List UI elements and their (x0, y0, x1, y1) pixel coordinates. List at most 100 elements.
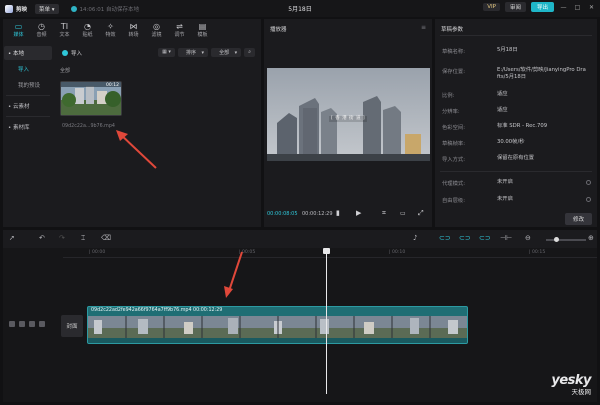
track-visibility-icon[interactable] (29, 321, 35, 327)
zoom-out-icon[interactable]: ⊖ (525, 234, 531, 242)
tab-adjust[interactable]: ⇌ 调节 (168, 19, 191, 41)
main-track-magnet-icon[interactable]: ⊂⊃ (439, 234, 451, 242)
track-lock-icon[interactable] (19, 321, 25, 327)
autosave-icon (70, 5, 77, 12)
app-window: 剪映 菜单 ▾ 14:06:01 自动保存本地 5月18日 VIP 审阅 导出 … (0, 0, 600, 405)
tab-label: 媒体 (13, 32, 24, 38)
sort-button[interactable]: 排序 ▾ (177, 48, 209, 57)
draft-settings-panel: 草稿参数 草稿名称: 5月18日 保存位置: E:/Users/软件/剪映/Ji… (435, 19, 597, 227)
audio-icon: ◷ (38, 22, 45, 31)
share-button[interactable]: 审阅 (504, 2, 526, 12)
prop-label-colorspace: 色彩空间: (442, 125, 465, 131)
maximize-icon[interactable]: □ (573, 4, 582, 11)
media-thumbnail[interactable]: 00:12 (60, 81, 122, 116)
prop-label-layer: 自由层级: (442, 198, 465, 204)
close-icon[interactable]: ✕ (587, 4, 596, 11)
tab-sticker[interactable]: ◔ 贴纸 (76, 19, 99, 41)
info-icon[interactable] (586, 197, 591, 202)
sidebar-item-cloud[interactable]: • 云素材 (4, 99, 52, 113)
player-menu-icon[interactable]: ≡ (421, 24, 426, 31)
titlebar-actions: VIP 审阅 导出 — □ ✕ (483, 2, 596, 12)
clip-audio-wave (88, 338, 467, 343)
tab-effects[interactable]: ✧ 特效 (99, 19, 122, 41)
tab-filter[interactable]: ◎ 滤镜 (145, 19, 168, 41)
sidebar-divider (6, 116, 50, 117)
video-preview: [ 香 港 街 道 ] (267, 68, 430, 161)
track-controls (9, 321, 45, 327)
minimize-icon[interactable]: — (559, 4, 568, 11)
undo-icon[interactable]: ↶ (39, 234, 45, 242)
filter-button[interactable]: 全部 ▾ (211, 48, 242, 57)
annotation-arrow-media (116, 130, 157, 169)
menu-button[interactable]: 菜单 ▾ (35, 3, 59, 14)
prop-value-colorspace: 标准 SDR - Rec.709 (497, 123, 548, 129)
props-divider (440, 35, 592, 36)
zoom-slider-knob[interactable] (554, 237, 559, 242)
import-button[interactable]: 导入 (62, 49, 82, 57)
zoom-slider[interactable] (546, 237, 586, 242)
app-logo-icon (5, 4, 13, 13)
select-tool-icon[interactable]: ➚ (9, 234, 15, 242)
sidebar-item-import[interactable]: 导入 (4, 62, 52, 76)
thumbnail-duration: 00:12 (106, 83, 119, 88)
tab-template[interactable]: ▤ 模板 (191, 19, 214, 41)
prop-value-layer: 未开启 (497, 196, 513, 202)
tab-audio[interactable]: ◷ 音频 (30, 19, 53, 41)
track-mute-icon[interactable] (39, 321, 45, 327)
player-title: 播放器 (270, 27, 287, 33)
modify-button[interactable]: 修改 (564, 213, 592, 225)
prop-value-proxy: 未开启 (497, 179, 513, 185)
stop-icon[interactable]: ▮ (336, 209, 340, 217)
app-name: 剪映 (16, 6, 28, 13)
video-clip[interactable]: 09d2c22ad2fe942a66f9764a7ff9b76.mp4 00:0… (87, 306, 468, 344)
info-icon[interactable] (586, 180, 591, 185)
tab-transition[interactable]: ⋈ 转场 (122, 19, 145, 41)
menu-label: 菜单 (39, 6, 51, 13)
template-icon: ▤ (198, 22, 207, 31)
ratio-icon[interactable]: ▭ (400, 210, 406, 217)
auto-snap-icon[interactable]: ⊂⊃ (459, 234, 471, 242)
track-cover-icon[interactable] (9, 321, 15, 327)
tab-media[interactable]: ▭ 媒体 (7, 19, 30, 41)
split-icon[interactable]: ⌶ (81, 234, 85, 243)
timeline-toolbar: ➚ ↶ ↷ ⌶ ⌫ ♪ ⊂⊃ ⊂⊃ ⊂⊃ ⊣⊢ ⊖ ⊕ (3, 230, 597, 248)
sort-label: 排序 (181, 49, 200, 57)
prop-label-location: 保存位置: (442, 69, 465, 75)
total-time: 00:00:12:29 (302, 211, 333, 217)
tab-label: 调节 (174, 32, 185, 38)
prop-label-ratio: 比例: (442, 93, 455, 99)
play-icon[interactable]: ▶ (356, 209, 361, 217)
linkage-icon[interactable]: ⊂⊃ (479, 234, 491, 242)
playhead[interactable] (326, 248, 327, 394)
filter-icon: ◎ (153, 22, 160, 31)
cover-button[interactable]: 封面 (61, 315, 83, 337)
delete-icon[interactable]: ⌫ (101, 234, 111, 242)
ruler-tick: | 00:15 (529, 250, 546, 255)
redo-icon[interactable]: ↷ (59, 234, 65, 242)
clip-label: 09d2c22ad2fe942a66f9764a7ff9b76.mp4 00:0… (91, 308, 223, 313)
tab-text[interactable]: TI 文本 (53, 19, 76, 41)
view-toggle-button[interactable]: ▦ ▾ (158, 48, 175, 57)
tab-label: 文本 (59, 32, 70, 38)
time-ruler[interactable]: | 00:00 | 00:05 | 00:10 | 00:15 (63, 248, 597, 258)
prop-value-name: 5月18日 (497, 47, 518, 53)
preview-axis-icon[interactable]: ⊣⊢ (500, 234, 512, 242)
microphone-icon[interactable]: ♪ (413, 234, 417, 242)
fullscreen-icon[interactable]: ⤢ (418, 209, 424, 218)
zoom-in-icon[interactable]: ⊕ (588, 234, 594, 242)
sidebar-item-presets[interactable]: 我的预设 (4, 78, 52, 92)
media-tools: ▦ ▾ 排序 ▾ 全部 ▾ ⌕ (158, 48, 255, 57)
vip-button[interactable]: VIP (483, 3, 500, 11)
all-label: 全部 (60, 68, 71, 74)
sidebar-item-local[interactable]: • 本地 (4, 46, 52, 60)
search-icon[interactable]: ⌕ (244, 48, 255, 57)
plus-icon (62, 50, 68, 56)
tab-label: 特效 (105, 32, 116, 38)
tab-label: 贴纸 (82, 32, 93, 38)
autosave-status: 14:06:01 自动保存本地 (70, 5, 139, 13)
tab-label: 转场 (128, 32, 139, 38)
export-button[interactable]: 导出 (530, 2, 554, 12)
fullscreen-crop-icon[interactable]: ⌗ (382, 209, 386, 218)
clip-filmstrip (88, 316, 467, 338)
sidebar-item-library[interactable]: • 素材库 (4, 120, 52, 134)
